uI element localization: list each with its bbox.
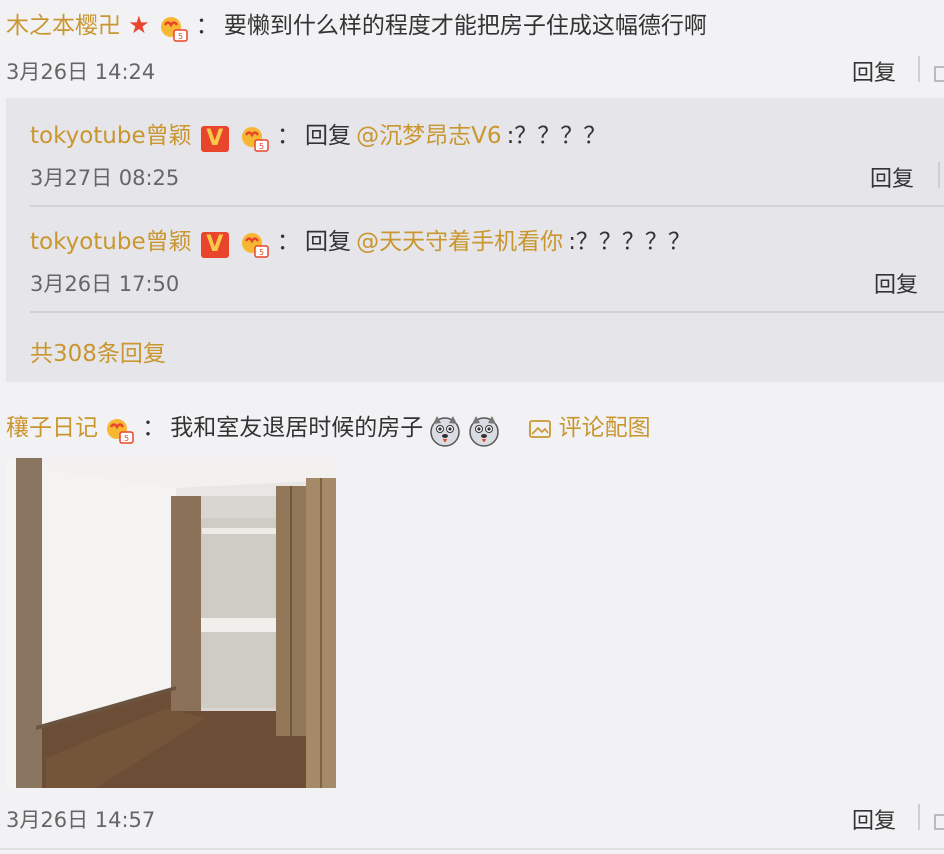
sub-reply-prefix: 回复 <box>305 229 351 255</box>
svg-text:5: 5 <box>259 248 264 257</box>
comment-photo[interactable] <box>6 458 336 788</box>
sub-reply-header: tokyotube曾颖 V 5 ： 回复 @天天守着手机看你 :？？？？？ <box>30 222 691 259</box>
reply-divider <box>30 205 944 207</box>
sub-replies-box: tokyotube曾颖 V 5 ： 回复 @沉梦昂志V6 :？？？？ 3月27日… <box>6 98 944 382</box>
sub-reply-separator: ： <box>276 123 300 149</box>
sub-reply-header: tokyotube曾颖 V 5 ： 回复 @沉梦昂志V6 :？？？？ <box>30 116 606 153</box>
fan-badge-icon: 5 <box>241 232 269 258</box>
comment-separator: ： <box>195 13 219 39</box>
comment-time: 3月26日 14:57 <box>6 808 156 832</box>
svg-text:5: 5 <box>178 32 183 41</box>
sub-reply-username[interactable]: tokyotube曾颖 <box>30 229 192 255</box>
fan-badge-icon: 5 <box>160 16 188 42</box>
comment-text: 我和室友退居时候的房子 <box>170 415 424 441</box>
sub-reply-time: 3月26日 17:50 <box>30 272 180 296</box>
comment-header: 木之本樱卍 ★ 5 ： 要懒到什么样的程度才能把房子住成这幅德行啊 <box>6 6 944 43</box>
divider <box>918 56 920 82</box>
mention-link[interactable]: @天天守着手机看你 <box>356 229 563 255</box>
comment-username[interactable]: 穰子日记 <box>6 415 98 441</box>
svg-text:5: 5 <box>124 434 129 443</box>
comment-separator: ： <box>142 415 166 441</box>
husky-emoji-icon <box>430 415 461 447</box>
sub-reply-text: :？？？？？ <box>568 229 691 255</box>
fan-badge-icon: 5 <box>107 418 134 444</box>
sub-reply-text: :？？？？ <box>506 123 607 149</box>
more-icon[interactable] <box>934 814 944 830</box>
mention-link[interactable]: @沉梦昂志V6 <box>356 123 501 149</box>
sub-reply-username[interactable]: tokyotube曾颖 <box>30 123 192 149</box>
fan-badge-icon: 5 <box>241 126 269 152</box>
reply-button[interactable]: 回复 <box>852 55 896 87</box>
comment-image-link[interactable]: 评论配图 <box>528 415 651 441</box>
star-icon: ★ <box>128 11 150 39</box>
husky-emoji-icon <box>469 415 500 447</box>
more-icon[interactable] <box>934 66 944 82</box>
comment-header: 穰子日记 5 ： 我和室友退居时候的房子 评论配图 <box>6 408 944 448</box>
comment-text: 要懒到什么样的程度才能把房子住成这幅德行啊 <box>223 13 707 39</box>
comment-time: 3月26日 14:24 <box>6 60 156 84</box>
divider <box>918 804 920 830</box>
reply-button[interactable]: 回复 <box>852 803 896 835</box>
reply-divider <box>30 311 944 313</box>
divider <box>938 162 940 188</box>
comment-image-label: 评论配图 <box>558 415 651 441</box>
sub-reply-prefix: 回复 <box>305 123 351 149</box>
sub-reply-separator: ： <box>276 229 300 255</box>
svg-text:5: 5 <box>259 142 264 151</box>
bottom-divider <box>0 848 944 850</box>
comment-username[interactable]: 木之本樱卍 <box>6 13 121 39</box>
more-replies-link[interactable]: 共308条回复 <box>30 334 166 368</box>
vip-badge-icon: V <box>200 231 229 258</box>
reply-button[interactable]: 回复 <box>870 161 914 193</box>
vip-badge-icon: V <box>200 125 229 152</box>
sub-reply-time: 3月27日 08:25 <box>30 166 180 190</box>
reply-button[interactable]: 回复 <box>874 267 918 299</box>
room-photo-image <box>6 458 336 788</box>
image-icon <box>528 419 551 438</box>
